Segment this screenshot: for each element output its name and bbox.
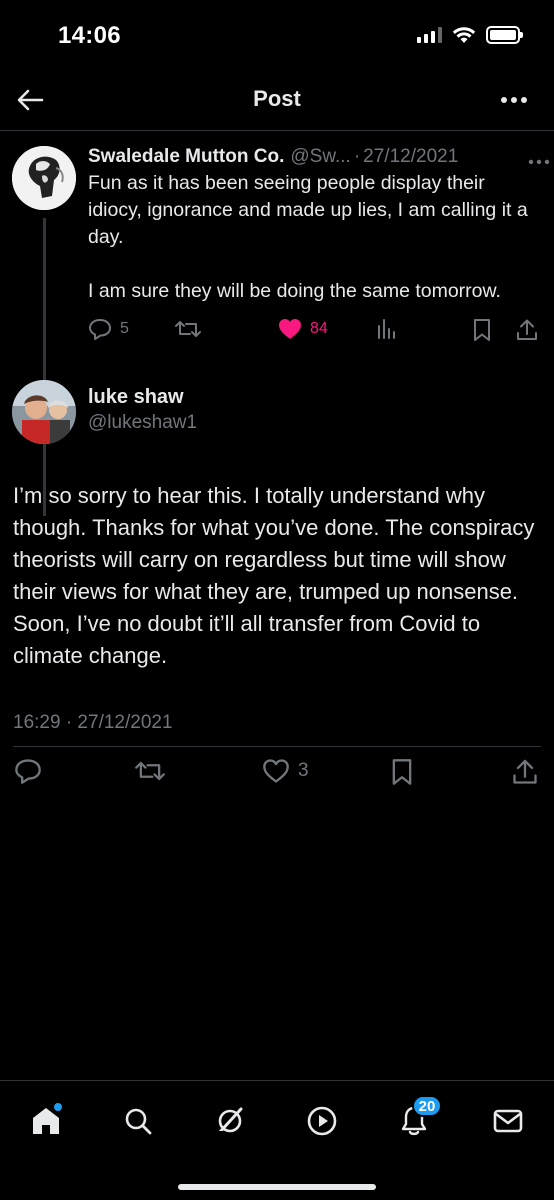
- reply-icon: [89, 319, 111, 340]
- reply-timestamp: 16:29 · 27/12/2021: [13, 712, 173, 733]
- search-icon: [125, 1108, 152, 1135]
- grok-icon: [215, 1107, 243, 1136]
- notifications-badge: 20: [412, 1095, 442, 1117]
- heart-filled-icon: [279, 319, 301, 339]
- reply-count: 5: [120, 320, 129, 337]
- thread-line: [43, 218, 46, 516]
- home-indicator: [178, 1184, 376, 1190]
- views-chart-icon: [378, 319, 395, 339]
- bookmark-icon: [392, 759, 412, 785]
- heart-icon: [263, 759, 289, 783]
- tab-home[interactable]: [26, 1101, 66, 1141]
- author-handle[interactable]: @Sw...: [290, 146, 350, 168]
- status-time: 14:06: [58, 22, 121, 49]
- post-meta: Swaledale Mutton Co. @Sw... · 27/12/2021: [88, 146, 542, 168]
- tab-search[interactable]: [118, 1101, 158, 1141]
- reply-divider: [13, 746, 541, 747]
- header-divider: [0, 130, 554, 131]
- avatar[interactable]: [12, 146, 76, 210]
- post-text: Fun as it has been seeing people display…: [88, 172, 528, 302]
- separator-dot: ·: [353, 146, 361, 167]
- battery-icon: [486, 26, 523, 44]
- share-icon: [517, 319, 537, 340]
- bottom-tab-bar: 20: [0, 1080, 554, 1200]
- share-button[interactable]: [516, 318, 538, 342]
- tab-notifications[interactable]: 20: [394, 1095, 442, 1141]
- header: Post: [0, 72, 554, 128]
- tab-messages[interactable]: [488, 1101, 528, 1141]
- share-button[interactable]: [512, 758, 538, 786]
- repost-button[interactable]: [134, 758, 166, 784]
- more-horizontal-icon: [528, 159, 550, 165]
- status-icons: [417, 26, 523, 44]
- post-actions: 5 84: [88, 318, 540, 346]
- more-horizontal-icon: [501, 97, 527, 103]
- cellular-signal-icon: [417, 27, 442, 43]
- post-more-button[interactable]: [528, 152, 550, 170]
- play-circle-icon: [307, 1106, 337, 1136]
- home-notification-dot: [54, 1103, 62, 1111]
- repost-button[interactable]: [174, 318, 202, 340]
- reply-actions: 3: [0, 758, 554, 792]
- author-name[interactable]: Swaledale Mutton Co.: [88, 146, 284, 168]
- parent-post-body: Swaledale Mutton Co. @Sw... · 27/12/2021…: [88, 146, 542, 305]
- reply-button[interactable]: [14, 758, 42, 784]
- reply-icon: [15, 759, 41, 784]
- reply-author-handle[interactable]: @lukeshaw1: [88, 412, 197, 434]
- mail-icon: [493, 1109, 523, 1133]
- like-count: 3: [298, 760, 309, 781]
- reply-text: I’m so sorry to hear this. I totally und…: [13, 483, 535, 668]
- wifi-icon: [452, 27, 476, 43]
- bookmark-icon: [474, 319, 490, 341]
- like-count: 84: [310, 320, 328, 337]
- like-button[interactable]: 3: [262, 758, 309, 784]
- reply-avatar[interactable]: [12, 380, 76, 444]
- post-date: 27/12/2021: [363, 146, 459, 167]
- status-bar: 14:06: [0, 0, 554, 72]
- page-title: Post: [253, 86, 301, 111]
- share-icon: [513, 759, 537, 784]
- reply-author-name[interactable]: luke shaw: [88, 386, 184, 409]
- repost-icon: [175, 321, 201, 337]
- tab-video[interactable]: [302, 1101, 342, 1141]
- reply-button[interactable]: 5: [88, 318, 129, 340]
- repost-icon: [135, 761, 165, 781]
- like-button[interactable]: 84: [278, 318, 328, 340]
- bookmark-button[interactable]: [472, 318, 492, 342]
- tab-grok[interactable]: [210, 1101, 250, 1141]
- views-button[interactable]: [376, 318, 398, 340]
- more-options-button[interactable]: [496, 84, 532, 116]
- bookmark-button[interactable]: [390, 758, 414, 786]
